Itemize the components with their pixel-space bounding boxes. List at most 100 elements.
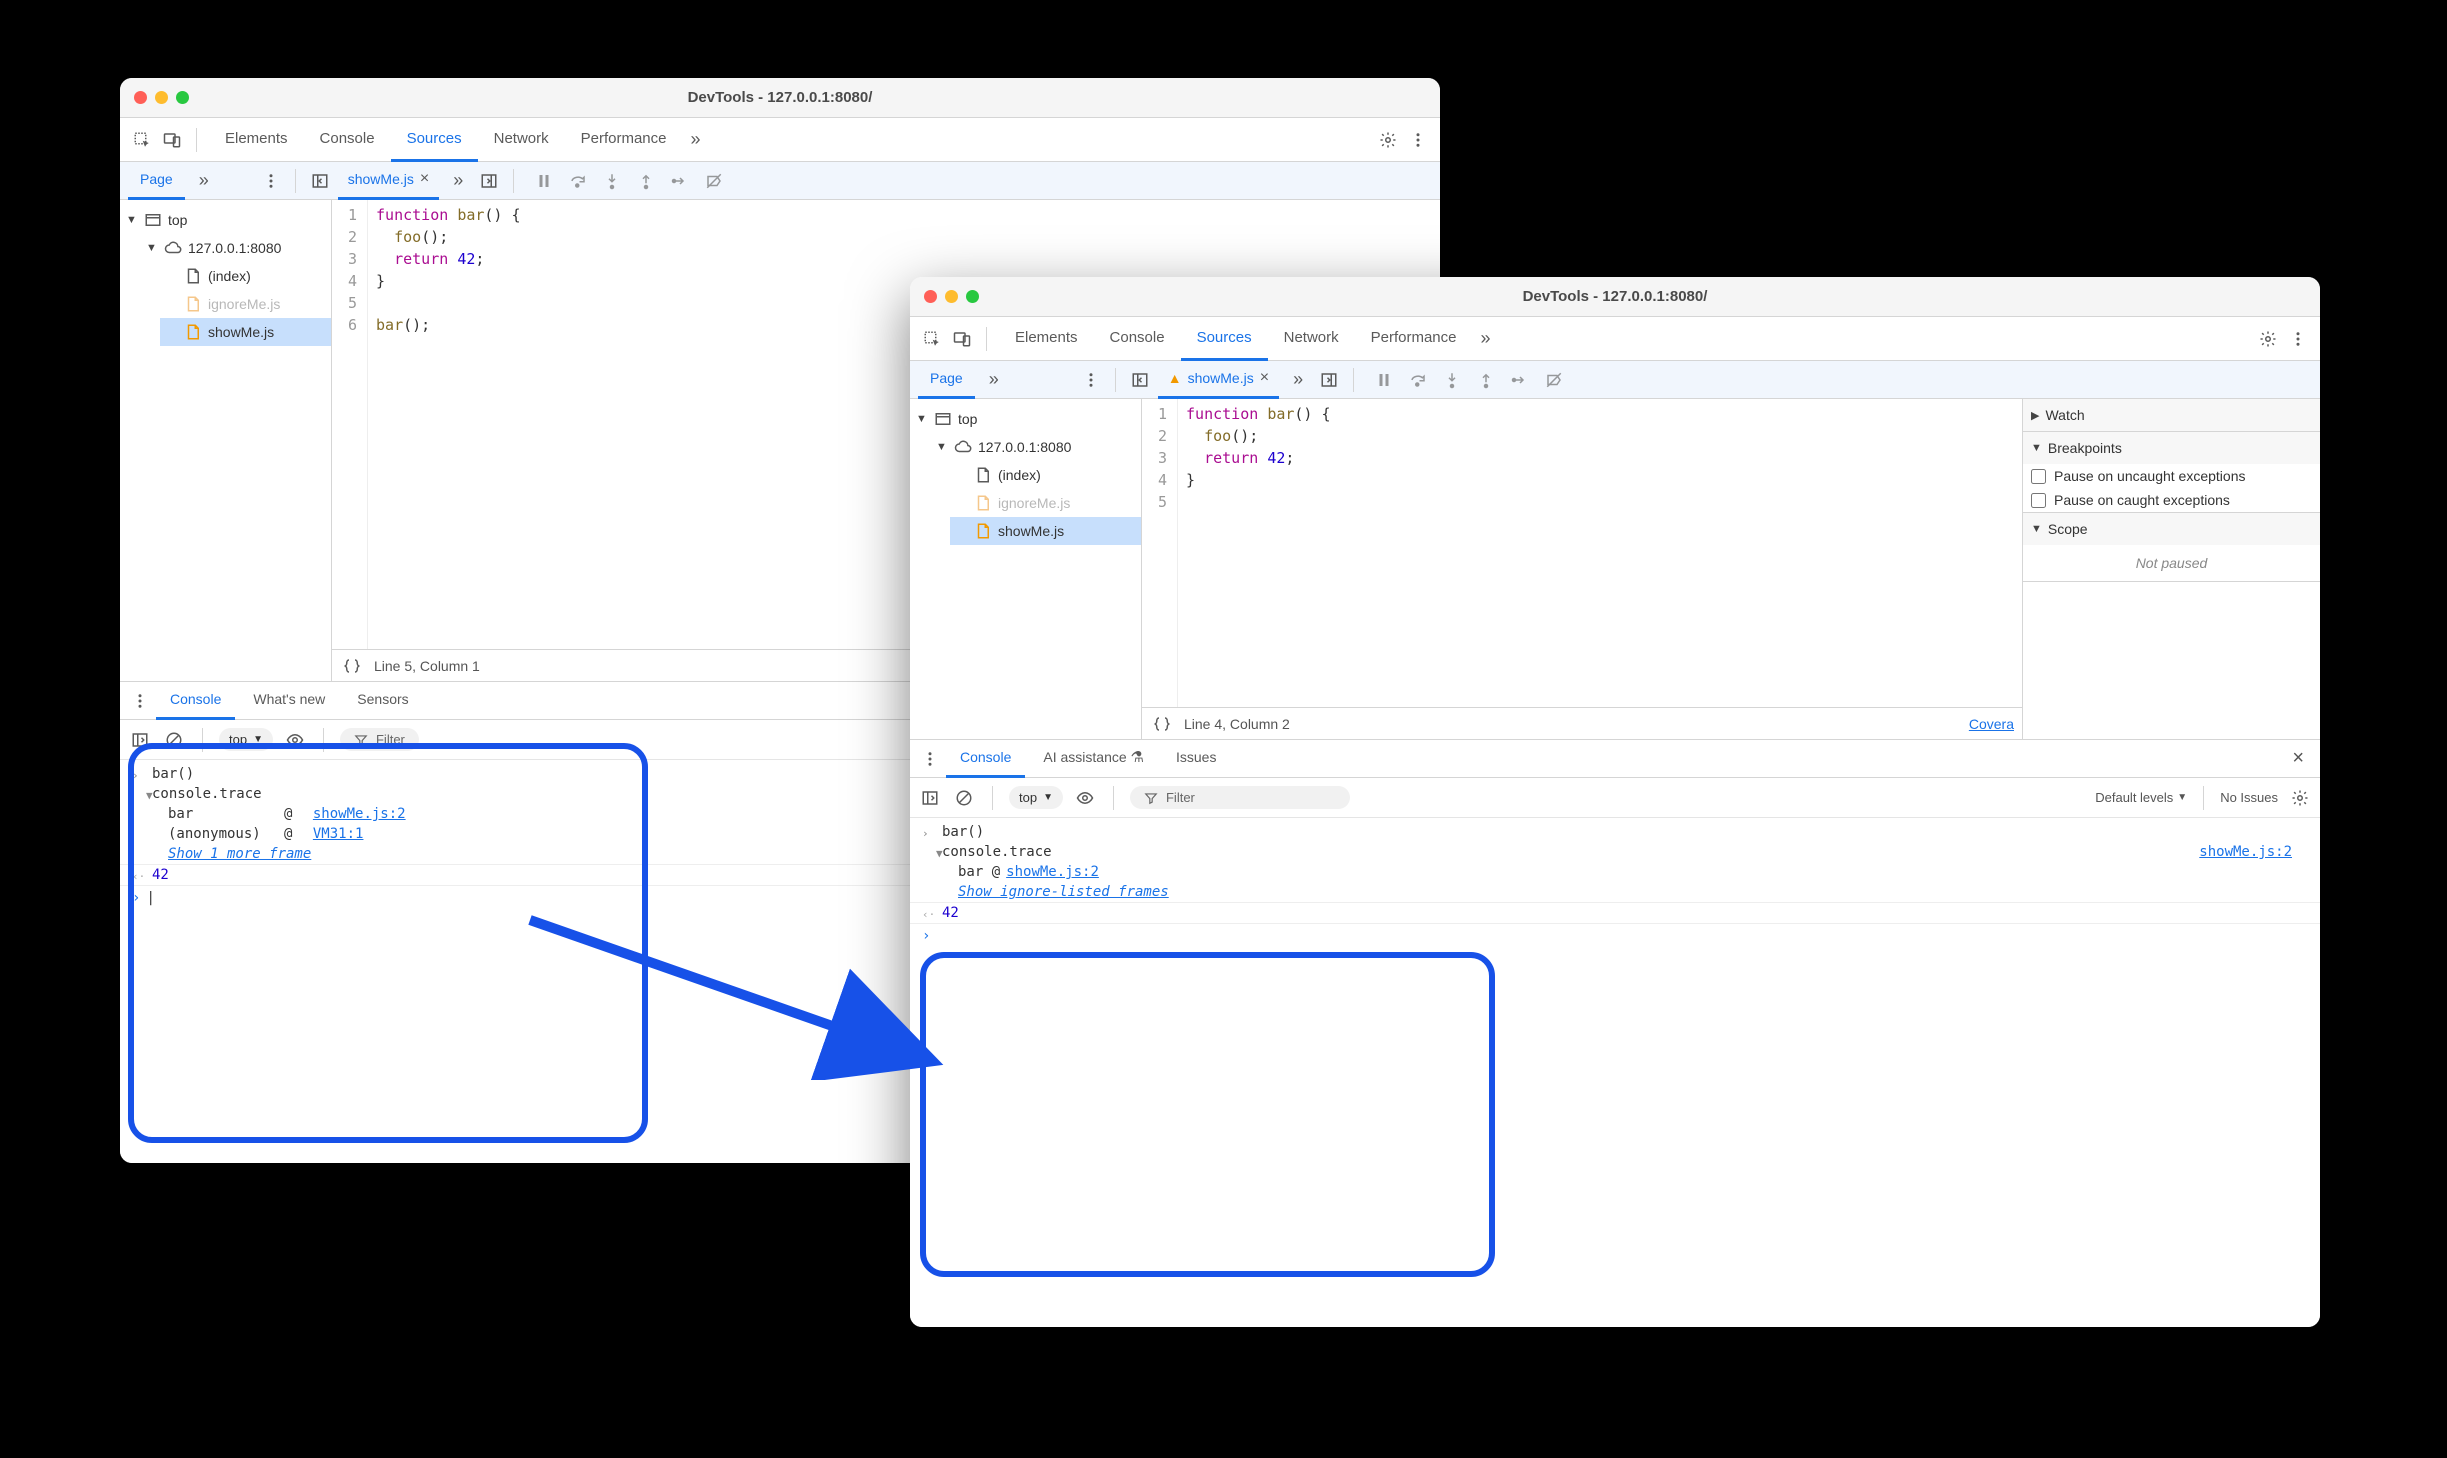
tree-host[interactable]: ▼ 127.0.0.1:8080 xyxy=(930,433,1141,461)
console-filter[interactable]: Filter xyxy=(340,728,419,751)
device-toolbar-icon[interactable] xyxy=(160,128,184,152)
console-sidebar-toggle-icon[interactable] xyxy=(918,786,942,810)
pretty-print-icon[interactable] xyxy=(1150,712,1174,736)
trace-frame-1-link[interactable]: showMe.js:2 xyxy=(1006,864,1099,880)
toggle-debugger-icon[interactable] xyxy=(477,169,501,193)
tree-host[interactable]: ▼ 127.0.0.1:8080 xyxy=(140,234,331,262)
navigator-menu-icon[interactable] xyxy=(1079,368,1103,392)
drawer-tab-issues[interactable]: Issues xyxy=(1162,740,1230,778)
toggle-debugger-icon[interactable] xyxy=(1317,368,1341,392)
tab-network[interactable]: Network xyxy=(478,118,565,162)
more-tabs-icon[interactable]: » xyxy=(683,118,709,162)
editor-tab-more-icon[interactable]: » xyxy=(445,170,471,191)
code-editor[interactable]: 12345 function bar() { foo(); return 42;… xyxy=(1142,399,2022,707)
clear-console-icon[interactable] xyxy=(162,728,186,752)
live-expression-icon[interactable] xyxy=(283,728,307,752)
tree-file-ignoreme[interactable]: ignoreMe.js xyxy=(950,489,1141,517)
tab-performance[interactable]: Performance xyxy=(1355,317,1473,361)
console-trace-header[interactable]: ▼ console.trace showMe.js:2 xyxy=(910,842,2320,862)
pause-icon[interactable] xyxy=(532,169,556,193)
tab-elements[interactable]: Elements xyxy=(209,118,304,162)
page-tab[interactable]: Page xyxy=(918,361,975,399)
tab-elements[interactable]: Elements xyxy=(999,317,1094,361)
context-selector[interactable]: top ▼ xyxy=(219,728,273,751)
editor-tab-more-icon[interactable]: » xyxy=(1285,369,1311,390)
navigator-menu-icon[interactable] xyxy=(259,169,283,193)
navigator-more-icon[interactable]: » xyxy=(191,170,217,191)
live-expression-icon[interactable] xyxy=(1073,786,1097,810)
settings-gear-icon[interactable] xyxy=(1376,128,1400,152)
deactivate-breakpoints-icon[interactable] xyxy=(1542,368,1566,392)
navigator-more-icon[interactable]: » xyxy=(981,369,1007,390)
drawer-tab-whatsnew[interactable]: What's new xyxy=(239,682,339,720)
tree-top[interactable]: ▼ top xyxy=(910,405,1141,433)
drawer-tab-console[interactable]: Console xyxy=(156,682,235,720)
watch-header[interactable]: ▶Watch xyxy=(2023,399,2320,431)
coverage-link[interactable]: Covera xyxy=(1969,716,2014,732)
tab-sources[interactable]: Sources xyxy=(1181,317,1268,361)
deactivate-breakpoints-icon[interactable] xyxy=(702,169,726,193)
context-selector[interactable]: top ▼ xyxy=(1009,786,1063,809)
drawer-menu-icon[interactable] xyxy=(128,689,152,713)
tab-sources[interactable]: Sources xyxy=(391,118,478,162)
close-tab-icon[interactable]: × xyxy=(1260,369,1269,387)
step-into-icon[interactable] xyxy=(1440,368,1464,392)
pause-uncaught-row[interactable]: Pause on uncaught exceptions xyxy=(2023,464,2320,488)
tree-file-index[interactable]: (index) xyxy=(160,262,331,290)
console-input-row[interactable]: › xyxy=(910,924,2320,948)
step-icon[interactable] xyxy=(1508,368,1532,392)
breakpoints-header[interactable]: ▼Breakpoints xyxy=(2023,432,2320,464)
tree-file-showme[interactable]: showMe.js xyxy=(160,318,331,346)
tab-console[interactable]: Console xyxy=(1094,317,1181,361)
close-tab-icon[interactable]: × xyxy=(420,170,429,188)
step-over-icon[interactable] xyxy=(566,169,590,193)
tree-file-ignoreme[interactable]: ignoreMe.js xyxy=(160,290,331,318)
drawer-tab-console[interactable]: Console xyxy=(946,740,1025,778)
scope-header[interactable]: ▼Scope xyxy=(2023,513,2320,545)
kebab-menu-icon[interactable] xyxy=(2286,327,2310,351)
console-input[interactable] xyxy=(936,928,2308,944)
clear-console-icon[interactable] xyxy=(952,786,976,810)
toggle-navigator-icon[interactable] xyxy=(1128,368,1152,392)
pause-caught-row[interactable]: Pause on caught exceptions xyxy=(2023,488,2320,512)
drawer-tab-sensors[interactable]: Sensors xyxy=(343,682,422,720)
drawer-close-icon[interactable]: × xyxy=(2284,747,2312,770)
pretty-print-icon[interactable] xyxy=(340,654,364,678)
pause-icon[interactable] xyxy=(1372,368,1396,392)
drawer-tab-ai[interactable]: AI assistance ⚗ xyxy=(1029,740,1158,778)
step-out-icon[interactable] xyxy=(1474,368,1498,392)
step-over-icon[interactable] xyxy=(1406,368,1430,392)
drawer-menu-icon[interactable] xyxy=(918,747,942,771)
step-into-icon[interactable] xyxy=(600,169,624,193)
tree-file-index[interactable]: (index) xyxy=(950,461,1141,489)
console-call[interactable]: ›bar() xyxy=(910,822,2320,842)
console-sidebar-toggle-icon[interactable] xyxy=(128,728,152,752)
toggle-navigator-icon[interactable] xyxy=(308,169,332,193)
tree-top[interactable]: ▼ top xyxy=(120,206,331,234)
pause-caught-checkbox[interactable] xyxy=(2031,493,2046,508)
trace-source-link[interactable]: showMe.js:2 xyxy=(2199,844,2308,860)
trace-frame-1-link[interactable]: showMe.js:2 xyxy=(313,806,406,822)
console-filter[interactable]: Filter xyxy=(1130,786,1350,809)
show-ignorelisted-frames[interactable]: Show ignore-listed frames xyxy=(910,882,2320,903)
inspect-element-icon[interactable] xyxy=(130,128,154,152)
pause-uncaught-checkbox[interactable] xyxy=(2031,469,2046,484)
step-icon[interactable] xyxy=(668,169,692,193)
tab-network[interactable]: Network xyxy=(1268,317,1355,361)
kebab-menu-icon[interactable] xyxy=(1406,128,1430,152)
step-out-icon[interactable] xyxy=(634,169,658,193)
device-toolbar-icon[interactable] xyxy=(950,327,974,351)
tab-performance[interactable]: Performance xyxy=(565,118,683,162)
page-tab[interactable]: Page xyxy=(128,162,185,200)
trace-frame-2-link[interactable]: VM31:1 xyxy=(313,826,364,842)
log-levels-selector[interactable]: Default levels ▼ xyxy=(2095,790,2187,805)
more-tabs-icon[interactable]: » xyxy=(1473,317,1499,361)
inspect-element-icon[interactable] xyxy=(920,327,944,351)
editor-tab-showme[interactable]: showMe.js × xyxy=(338,162,439,200)
settings-gear-icon[interactable] xyxy=(2256,327,2280,351)
no-issues-badge[interactable]: No Issues xyxy=(2220,790,2278,805)
editor-tab-showme[interactable]: ▲ showMe.js × xyxy=(1158,361,1279,399)
console-settings-icon[interactable] xyxy=(2288,786,2312,810)
tab-console[interactable]: Console xyxy=(304,118,391,162)
tree-file-showme[interactable]: showMe.js xyxy=(950,517,1141,545)
